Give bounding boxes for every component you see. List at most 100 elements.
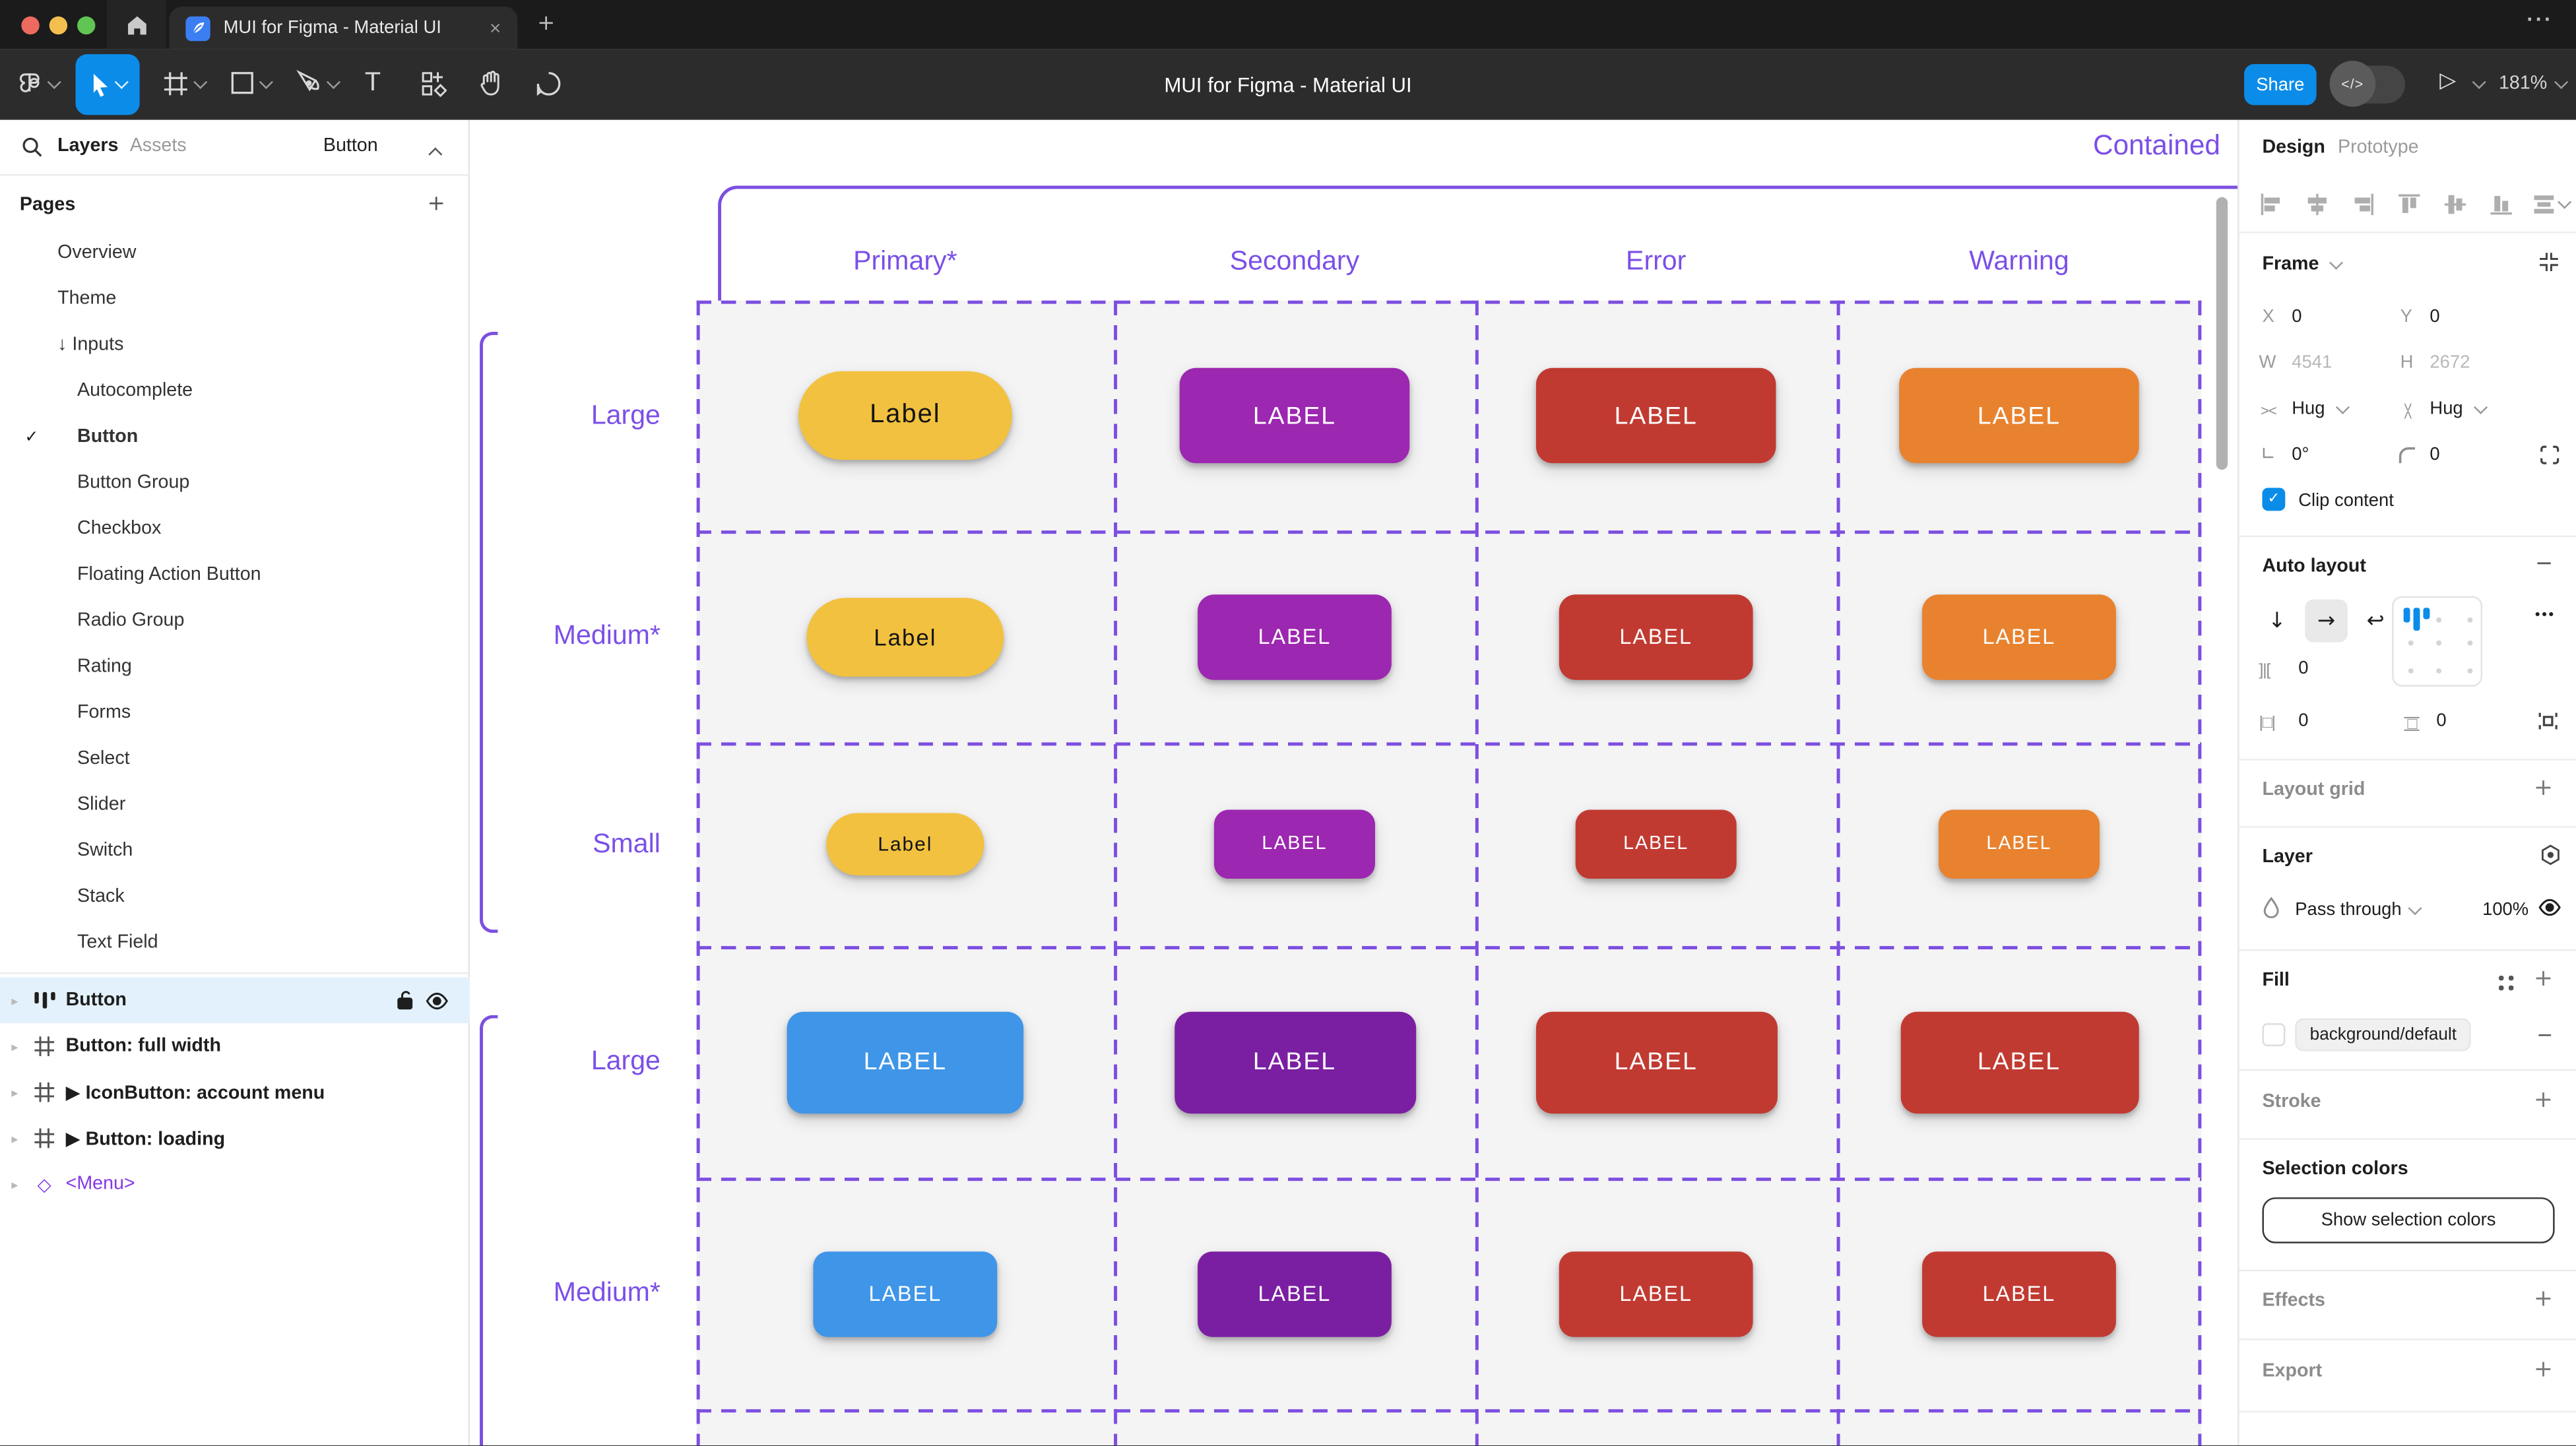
layer-row[interactable]: ▸Button — [0, 977, 470, 1023]
add-export-button[interactable]: + — [2534, 1357, 2553, 1383]
layer-expand-chevron-icon[interactable]: ▸ — [11, 1131, 18, 1145]
sidebar-page-item[interactable]: Forms — [0, 690, 470, 736]
dev-mode-toggle[interactable]: </> — [2333, 66, 2406, 104]
align-left-icon[interactable] — [2259, 192, 2283, 216]
mui-button-variant[interactable]: LABEL — [1198, 1251, 1392, 1336]
sidebar-page-item[interactable]: Stack — [0, 874, 470, 920]
layer-row[interactable]: ▸◇<Menu> — [0, 1161, 470, 1207]
collapse-panel-icon[interactable] — [2538, 251, 2560, 272]
gap-value[interactable]: 0 — [2298, 658, 2308, 678]
sidebar-page-item[interactable]: Radio Group — [0, 598, 470, 644]
layer-unlock-icon[interactable] — [396, 990, 414, 1010]
hand-tool-button[interactable] — [478, 69, 505, 97]
fill-styles-icon[interactable] — [2499, 976, 2513, 990]
sidebar-page-item[interactable]: Text Field — [0, 920, 470, 966]
distribute-icon[interactable] — [2532, 192, 2556, 216]
y-value[interactable]: 0 — [2430, 307, 2439, 327]
rotation-value[interactable]: 0° — [2292, 445, 2309, 465]
mui-button-variant[interactable]: LABEL — [1899, 368, 2139, 463]
layer-opacity-value[interactable]: 100% — [2482, 900, 2528, 920]
padding-horizontal-value[interactable]: 0 — [2298, 711, 2308, 731]
present-button[interactable]: ▷ — [2439, 69, 2456, 94]
add-fill-button[interactable]: + — [2534, 966, 2553, 992]
new-tab-button[interactable]: + — [537, 11, 555, 36]
tab-layers[interactable]: Layers — [57, 137, 118, 156]
layer-row[interactable]: ▸▶ Button: loading — [0, 1116, 470, 1162]
add-stroke-button[interactable]: + — [2534, 1087, 2553, 1114]
align-right-icon[interactable] — [2351, 192, 2375, 216]
align-top-icon[interactable] — [2397, 192, 2422, 216]
align-bottom-icon[interactable] — [2489, 192, 2513, 216]
layer-expand-chevron-icon[interactable]: ▸ — [11, 1177, 18, 1191]
align-v-center-icon[interactable] — [2443, 192, 2467, 216]
remove-fill-button[interactable]: − — [2536, 1023, 2553, 1046]
mui-button-variant[interactable]: Label — [806, 597, 1004, 676]
layer-row[interactable]: ▸▶ IconButton: account menu — [0, 1069, 470, 1116]
mui-button-variant[interactable]: LABEL — [1576, 809, 1737, 879]
text-tool-button[interactable]: T — [365, 69, 381, 99]
sidebar-page-item[interactable]: Slider — [0, 782, 470, 828]
main-menu-figma-icon[interactable] — [16, 69, 43, 97]
mui-button-variant[interactable]: LABEL — [1174, 1011, 1415, 1112]
layer-row[interactable]: ▸Button: full width — [0, 1023, 470, 1069]
traffic-close-button[interactable] — [21, 16, 39, 34]
sidebar-page-item[interactable]: Button Group — [0, 460, 470, 506]
blend-mode-value[interactable]: Pass through — [2295, 900, 2401, 920]
w-value[interactable]: 4541 — [2292, 353, 2332, 373]
sidebar-page-item[interactable]: Overview — [0, 230, 470, 276]
layer-visibility-icon[interactable] — [426, 992, 449, 1010]
layer-expand-chevron-icon[interactable]: ▸ — [11, 1085, 18, 1100]
individual-padding-icon[interactable] — [2538, 711, 2558, 731]
sidebar-page-item[interactable]: ✓Button — [0, 414, 470, 460]
h-value[interactable]: 2672 — [2430, 353, 2470, 373]
mui-button-variant[interactable]: LABEL — [1535, 1011, 1777, 1112]
traffic-zoom-button[interactable] — [77, 16, 95, 34]
move-tool-button[interactable] — [76, 54, 140, 115]
mui-button-variant[interactable]: LABEL — [1180, 368, 1410, 463]
document-tab[interactable]: MUI for Figma - Material UI × — [169, 7, 517, 49]
auto-layout-wrap-button[interactable]: ↩ — [2354, 600, 2397, 643]
sidebar-page-item[interactable]: Select — [0, 736, 470, 782]
remove-auto-layout-button[interactable]: − — [2535, 552, 2553, 577]
tab-prototype[interactable]: Prototype — [2338, 138, 2419, 158]
canvas[interactable]: Contained Primary*SecondaryErrorWarning … — [470, 120, 2238, 1445]
align-h-center-icon[interactable] — [2305, 192, 2329, 216]
mui-button-variant[interactable]: LABEL — [1559, 594, 1753, 679]
show-selection-colors-button[interactable]: Show selection colors — [2262, 1197, 2554, 1243]
mui-button-variant[interactable]: LABEL — [1198, 594, 1392, 679]
mui-button-variant[interactable]: LABEL — [1214, 809, 1375, 879]
comment-tool-button[interactable] — [536, 71, 562, 97]
hug-horizontal-value[interactable]: Hug — [2292, 399, 2325, 419]
x-value[interactable]: 0 — [2292, 307, 2302, 327]
mui-button-variant[interactable]: LABEL — [1900, 1011, 2138, 1112]
add-page-button[interactable]: + — [428, 192, 445, 216]
sidebar-page-item[interactable]: Checkbox — [0, 506, 470, 552]
padding-vertical-value[interactable]: 0 — [2436, 711, 2446, 731]
zoom-level[interactable]: 181% — [2499, 74, 2547, 94]
tab-close-icon[interactable]: × — [490, 16, 501, 40]
fill-color-swatch[interactable] — [2262, 1023, 2285, 1046]
mui-button-variant[interactable]: LABEL — [813, 1251, 997, 1336]
sidebar-page-item[interactable]: Autocomplete — [0, 368, 470, 414]
actions-tool-button[interactable] — [420, 71, 447, 97]
mui-button-variant[interactable]: LABEL — [1922, 594, 2116, 679]
mui-button-variant[interactable]: LABEL — [1939, 809, 2100, 879]
page-selector[interactable]: Button — [323, 137, 378, 156]
mui-button-variant[interactable]: LABEL — [1559, 1251, 1753, 1336]
clip-content-checkbox[interactable]: ✓ — [2262, 487, 2285, 511]
share-button[interactable]: Share — [2244, 64, 2317, 105]
home-button[interactable] — [107, 0, 166, 49]
pen-tool-button[interactable] — [296, 69, 322, 97]
traffic-minimize-button[interactable] — [49, 16, 67, 34]
blend-mode-icon[interactable] — [2540, 844, 2561, 865]
mui-button-variant[interactable]: LABEL — [1922, 1251, 2116, 1336]
sidebar-page-item[interactable]: ↓ Inputs — [0, 322, 470, 368]
independent-corners-icon[interactable] — [2540, 445, 2560, 465]
sidebar-page-item[interactable]: Rating — [0, 644, 470, 690]
frame-section-title[interactable]: Frame — [2262, 255, 2319, 274]
mui-button-variant[interactable]: LABEL — [787, 1011, 1024, 1112]
tab-design[interactable]: Design — [2262, 138, 2325, 158]
corner-radius-value[interactable]: 0 — [2430, 445, 2439, 465]
mui-button-variant[interactable]: Label — [826, 813, 984, 875]
fill-token-chip[interactable]: background/default — [2295, 1019, 2471, 1052]
